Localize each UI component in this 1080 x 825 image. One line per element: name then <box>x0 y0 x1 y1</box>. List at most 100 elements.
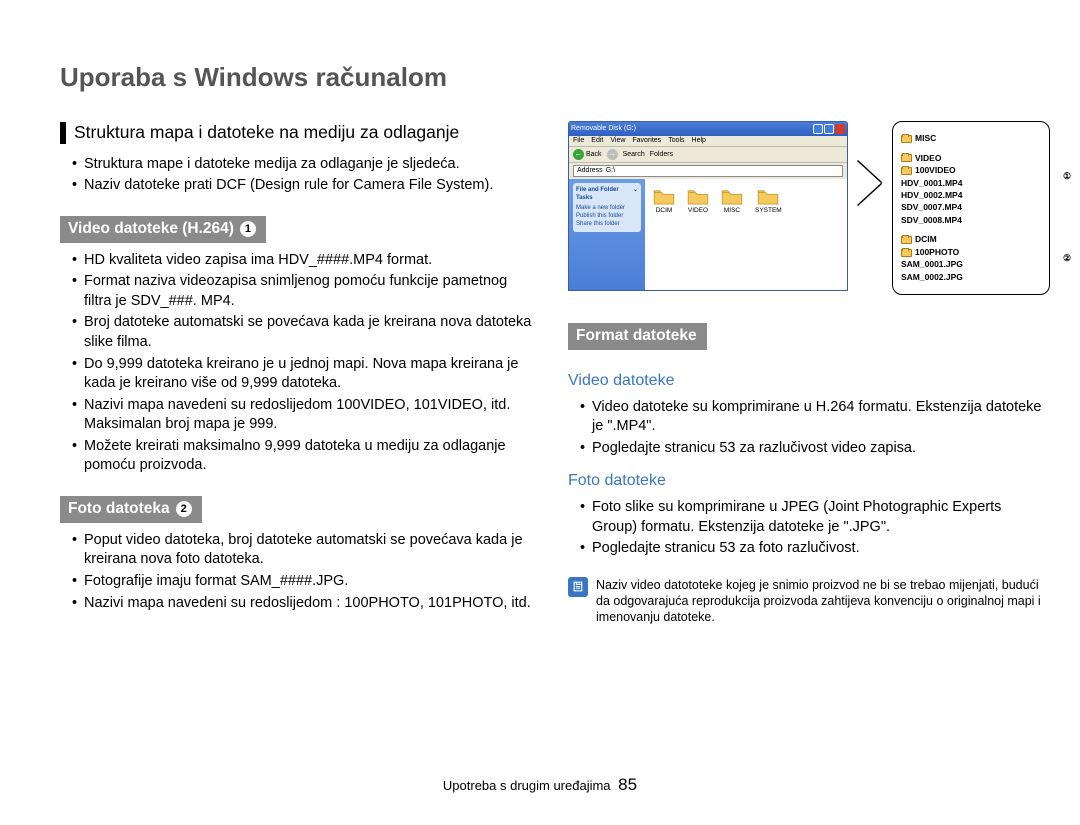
footer-text: Upotreba s drugim uređajima <box>443 778 611 793</box>
page-number: 85 <box>618 775 637 794</box>
menu-item: Edit <box>591 136 603 146</box>
list-item: Foto slike su komprimirane u JPEG (Joint… <box>580 498 1050 537</box>
explorer-sidebar: File and Folder Tasks⌄ Make a new folder… <box>569 179 645 291</box>
list-item: Pogledajte stranicu 53 za foto razlučivo… <box>580 539 1050 559</box>
list-item: Nazivi mapa navedeni su redoslijedom 100… <box>72 396 538 435</box>
section-heading: Struktura mapa i datoteke na mediju za o… <box>60 121 538 145</box>
folder-item: DCIM <box>653 189 675 282</box>
format-foto-list: Foto slike su komprimirane u JPEG (Joint… <box>568 498 1050 559</box>
tree-label: VIDEO <box>915 153 941 164</box>
explorer-toolbar: ←Back → Search Folders <box>569 147 847 163</box>
folder-icon <box>757 189 779 205</box>
search-label: Search <box>623 150 645 159</box>
right-column: Removable Disk (G:) File Edit View Favor… <box>568 121 1050 625</box>
tree-file: SDV_0008.MP4 <box>901 215 962 226</box>
video-list: HD kvaliteta video zapisa ima HDV_####.M… <box>60 251 538 476</box>
list-item: Poput video datoteka, broj datoteke auto… <box>72 531 538 570</box>
list-item: Pogledajte stranicu 53 za razlučivost vi… <box>580 439 1050 459</box>
address-bar: Address G:\ <box>573 165 843 177</box>
panel-item: Make a new folder <box>576 204 638 212</box>
note-text: Naziv video datototeke kojeg je snimio p… <box>596 577 1050 626</box>
foto-list: Poput video datoteka, broj datoteke auto… <box>60 531 538 613</box>
foto-heading: Foto datoteka 2 <box>60 496 202 523</box>
tree-label: DCIM <box>915 234 937 245</box>
folder-label: VIDEO <box>688 207 708 216</box>
video-heading: Video datoteke (H.264) 1 <box>60 216 266 243</box>
menu-item: View <box>610 136 625 146</box>
section-heading-text: Struktura mapa i datoteke na mediju za o… <box>74 121 459 145</box>
forward-icon: → <box>607 149 618 160</box>
tree-label: 100VIDEO <box>915 165 956 176</box>
panel-item: Share this folder <box>576 220 638 228</box>
explorer-menubar: File Edit View Favorites Tools Help <box>569 136 847 147</box>
badge-1-icon: 1 <box>240 221 256 237</box>
folder-item: MISC <box>721 189 743 282</box>
badge-2-icon: 2 <box>176 501 192 517</box>
explorer-window: Removable Disk (G:) File Edit View Favor… <box>568 121 848 291</box>
tree-file: SAM_0001.JPG <box>901 259 963 270</box>
list-item: Možete kreirati maksimalno 9,999 datotek… <box>72 437 538 476</box>
format-heading-text: Format datoteke <box>576 326 697 347</box>
back-icon: ← <box>573 149 584 160</box>
list-item: Video datoteke su komprimirane u H.264 f… <box>580 398 1050 437</box>
folder-icon <box>687 189 709 205</box>
folder-tree: MISC VIDEO 100VIDEO HDV_0001.MP4 HDV_000… <box>892 121 1050 295</box>
menu-item: Tools <box>668 136 684 146</box>
folder-item: SYSTEM <box>755 189 782 282</box>
pointer-icon <box>857 161 881 205</box>
tree-file: HDV_0002.MP4 <box>901 190 962 201</box>
folder-icon <box>901 154 912 162</box>
folder-item: VIDEO <box>687 189 709 282</box>
close-icon <box>835 124 845 134</box>
list-item: HD kvaliteta video zapisa ima HDV_####.M… <box>72 251 538 271</box>
tree-file: SDV_0007.MP4 <box>901 202 962 213</box>
folder-label: DCIM <box>656 207 673 216</box>
left-column: Struktura mapa i datoteke na mediju za o… <box>60 121 538 625</box>
explorer-main: DCIM VIDEO MISC <box>645 179 847 291</box>
note-box: Naziv video datototeke kojeg je snimio p… <box>568 577 1050 626</box>
folder-icon <box>901 249 912 257</box>
heading-bar-icon <box>60 122 66 144</box>
tree-label: 100PHOTO <box>915 247 959 258</box>
folder-icon <box>901 135 912 143</box>
callout-pointer <box>858 121 882 291</box>
menu-item: File <box>573 136 584 146</box>
note-icon <box>568 577 588 597</box>
intro-list: Struktura mape i datoteke medija za odla… <box>60 155 538 196</box>
list-item: Format naziva videozapisa snimljenog pom… <box>72 272 538 311</box>
folder-icon <box>901 167 912 175</box>
tree-file: SAM_0002.JPG <box>901 272 963 283</box>
minimize-icon <box>813 124 823 134</box>
list-item: Naziv datoteke prati DCF (Design rule fo… <box>72 176 538 196</box>
tasks-panel: File and Folder Tasks⌄ Make a new folder… <box>573 183 641 231</box>
address-value: G:\ <box>606 166 615 175</box>
foto-heading-text: Foto datoteka <box>68 499 170 520</box>
address-label: Address <box>577 166 603 175</box>
maximize-icon <box>824 124 834 134</box>
explorer-titlebar: Removable Disk (G:) <box>569 122 847 136</box>
mark-2-icon: ② <box>1063 252 1071 264</box>
folders-label: Folders <box>650 150 673 159</box>
page-title: Uporaba s Windows računalom <box>60 60 1020 95</box>
video-heading-text: Video datoteke (H.264) <box>68 219 234 240</box>
page-footer: Upotreba s drugim uređajima 85 <box>0 774 1080 797</box>
folder-icon <box>901 236 912 244</box>
panel-title: File and Folder Tasks <box>576 186 633 202</box>
folder-icon <box>653 189 675 205</box>
format-foto-heading: Foto datoteke <box>568 470 1050 492</box>
menu-item: Help <box>692 136 706 146</box>
panel-item: Publish this folder <box>576 212 638 220</box>
explorer-diagram: Removable Disk (G:) File Edit View Favor… <box>568 121 1050 295</box>
tree-file: HDV_0001.MP4 <box>901 178 962 189</box>
list-item: Nazivi mapa navedeni su redoslijedom : 1… <box>72 594 538 614</box>
format-video-list: Video datoteke su komprimirane u H.264 f… <box>568 398 1050 459</box>
explorer-title: Removable Disk (G:) <box>571 124 636 133</box>
folder-label: MISC <box>724 207 740 216</box>
menu-item: Favorites <box>632 136 661 146</box>
tree-label: MISC <box>915 133 936 144</box>
folder-label: SYSTEM <box>755 207 782 216</box>
folder-icon <box>721 189 743 205</box>
mark-1-icon: ① <box>1063 170 1071 182</box>
back-label: Back <box>586 150 602 159</box>
list-item: Broj datoteke automatski se povećava kad… <box>72 313 538 352</box>
